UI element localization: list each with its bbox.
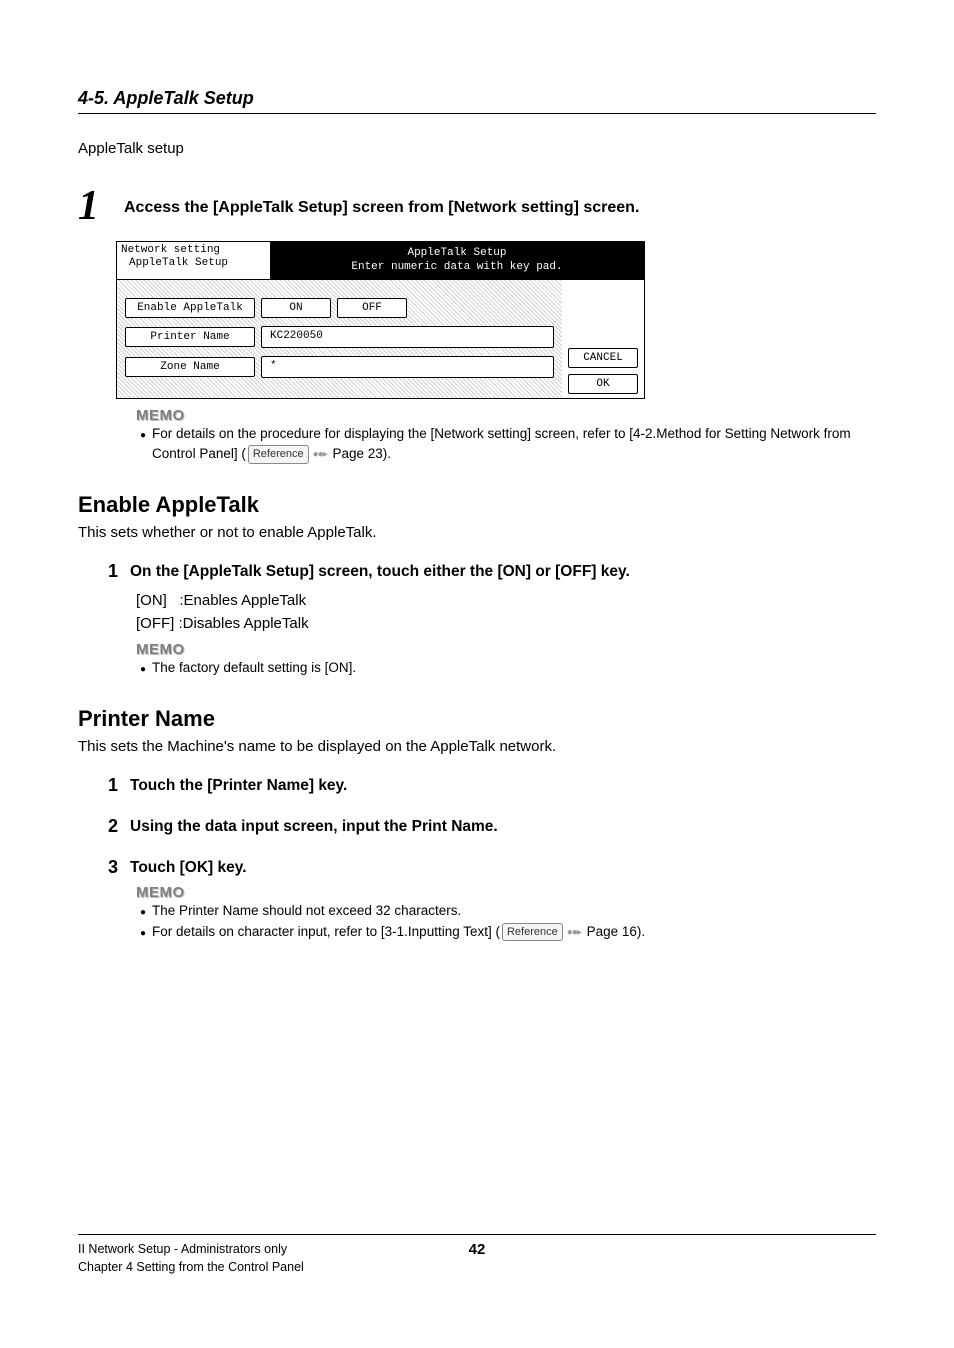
step-number: 1 xyxy=(108,775,130,796)
off-button[interactable]: OFF xyxy=(337,298,407,318)
step-number: 2 xyxy=(108,816,130,837)
enable-appletalk-desc: This sets whether or not to enable Apple… xyxy=(78,524,876,541)
memo-text: For details on the procedure for display… xyxy=(152,424,851,465)
option-off: [OFF] :Disables AppleTalk xyxy=(136,613,876,636)
cancel-button[interactable]: CANCEL xyxy=(568,348,638,368)
printer-step-3: 3 Touch [OK] key. xyxy=(108,857,876,878)
memo-block-2: MEMO ● The factory default setting is [O… xyxy=(136,641,876,678)
bullet-icon: ● xyxy=(140,905,146,920)
printer-name-heading: Printer Name xyxy=(78,706,876,732)
memo-text: For details on character input, refer to… xyxy=(152,922,645,942)
document-page: 4-5. AppleTalk Setup AppleTalk setup 1 A… xyxy=(0,0,954,1348)
bullet-icon: ● xyxy=(140,926,146,941)
major-step-text: Access the [AppleTalk Setup] screen from… xyxy=(124,185,639,217)
bullet-icon: ● xyxy=(140,428,146,443)
enable-appletalk-row: Enable AppleTalk ON OFF xyxy=(125,298,554,318)
ok-button[interactable]: OK xyxy=(568,374,638,394)
step-number: 3 xyxy=(108,857,130,878)
memo-text: The factory default setting is [ON]. xyxy=(152,658,356,678)
step-text: On the [AppleTalk Setup] screen, touch e… xyxy=(130,561,630,581)
printer-name-row: Printer Name KC220050 xyxy=(125,326,554,348)
memo-line: ● The factory default setting is [ON]. xyxy=(136,658,876,678)
on-button[interactable]: ON xyxy=(261,298,331,318)
memo-line-2: ● For details on character input, refer … xyxy=(136,922,876,942)
zone-name-row: Zone Name * xyxy=(125,356,554,378)
on-off-options: [ON] :Enables AppleTalk [OFF] :Disables … xyxy=(136,590,876,635)
device-title: AppleTalk Setup xyxy=(274,246,640,260)
device-breadcrumb: Network setting AppleTalk Setup xyxy=(117,242,270,279)
zone-name-value: * xyxy=(261,356,554,378)
major-step-1: 1 Access the [AppleTalk Setup] screen fr… xyxy=(78,185,876,227)
device-header: Network setting AppleTalk Setup AppleTal… xyxy=(117,242,644,280)
device-main: Enable AppleTalk ON OFF Printer Name KC2… xyxy=(117,280,562,398)
memo-text: The Printer Name should not exceed 32 ch… xyxy=(152,901,461,921)
printer-step-2: 2 Using the data input screen, input the… xyxy=(108,816,876,837)
enable-appletalk-label: Enable AppleTalk xyxy=(125,298,255,318)
dots-icon: ●●▸ xyxy=(313,447,327,462)
footer-line-1: II Network Setup - Administrators only xyxy=(78,1241,304,1259)
enable-appletalk-heading: Enable AppleTalk xyxy=(78,492,876,518)
section-header: 4-5. AppleTalk Setup xyxy=(78,88,876,114)
enable-step-1: 1 On the [AppleTalk Setup] screen, touch… xyxy=(108,561,876,582)
memo-title: MEMO xyxy=(136,641,876,658)
memo-block-3: MEMO ● The Printer Name should not excee… xyxy=(136,884,876,942)
reference-badge: Reference xyxy=(248,445,309,464)
device-title-bar: AppleTalk Setup Enter numeric data with … xyxy=(270,242,644,279)
reference-badge: Reference xyxy=(502,923,563,942)
breadcrumb-top: Network setting xyxy=(121,244,266,257)
breadcrumb-sub: AppleTalk Setup xyxy=(121,257,266,270)
memo-title: MEMO xyxy=(136,884,876,901)
option-on: [ON] :Enables AppleTalk xyxy=(136,590,876,613)
device-side-buttons: CANCEL OK xyxy=(562,280,644,398)
device-screenshot: Network setting AppleTalk Setup AppleTal… xyxy=(116,241,645,399)
printer-name-button[interactable]: Printer Name xyxy=(125,327,255,347)
dots-icon: ●●▸ xyxy=(567,925,581,940)
major-step-number: 1 xyxy=(78,185,106,227)
memo-line: ● For details on the procedure for displ… xyxy=(136,424,876,465)
device-body: Enable AppleTalk ON OFF Printer Name KC2… xyxy=(117,280,644,398)
memo-line-1: ● The Printer Name should not exceed 32 … xyxy=(136,901,876,921)
bullet-icon: ● xyxy=(140,662,146,677)
footer-line-2: Chapter 4 Setting from the Control Panel xyxy=(78,1259,304,1277)
step-text: Touch the [Printer Name] key. xyxy=(130,775,347,795)
device-subtitle: Enter numeric data with key pad. xyxy=(274,260,640,274)
step-number: 1 xyxy=(108,561,130,582)
zone-name-button[interactable]: Zone Name xyxy=(125,357,255,377)
intro-text: AppleTalk setup xyxy=(78,140,876,157)
page-footer: II Network Setup - Administrators only C… xyxy=(78,1234,876,1276)
footer-left: II Network Setup - Administrators only C… xyxy=(78,1241,304,1276)
memo-block-1: MEMO ● For details on the procedure for … xyxy=(136,407,876,465)
step-text: Touch [OK] key. xyxy=(130,857,247,877)
printer-name-value: KC220050 xyxy=(261,326,554,348)
page-number: 42 xyxy=(469,1241,486,1258)
printer-name-desc: This sets the Machine's name to be displ… xyxy=(78,738,876,755)
step-text: Using the data input screen, input the P… xyxy=(130,816,498,836)
printer-step-1: 1 Touch the [Printer Name] key. xyxy=(108,775,876,796)
memo-title: MEMO xyxy=(136,407,876,424)
